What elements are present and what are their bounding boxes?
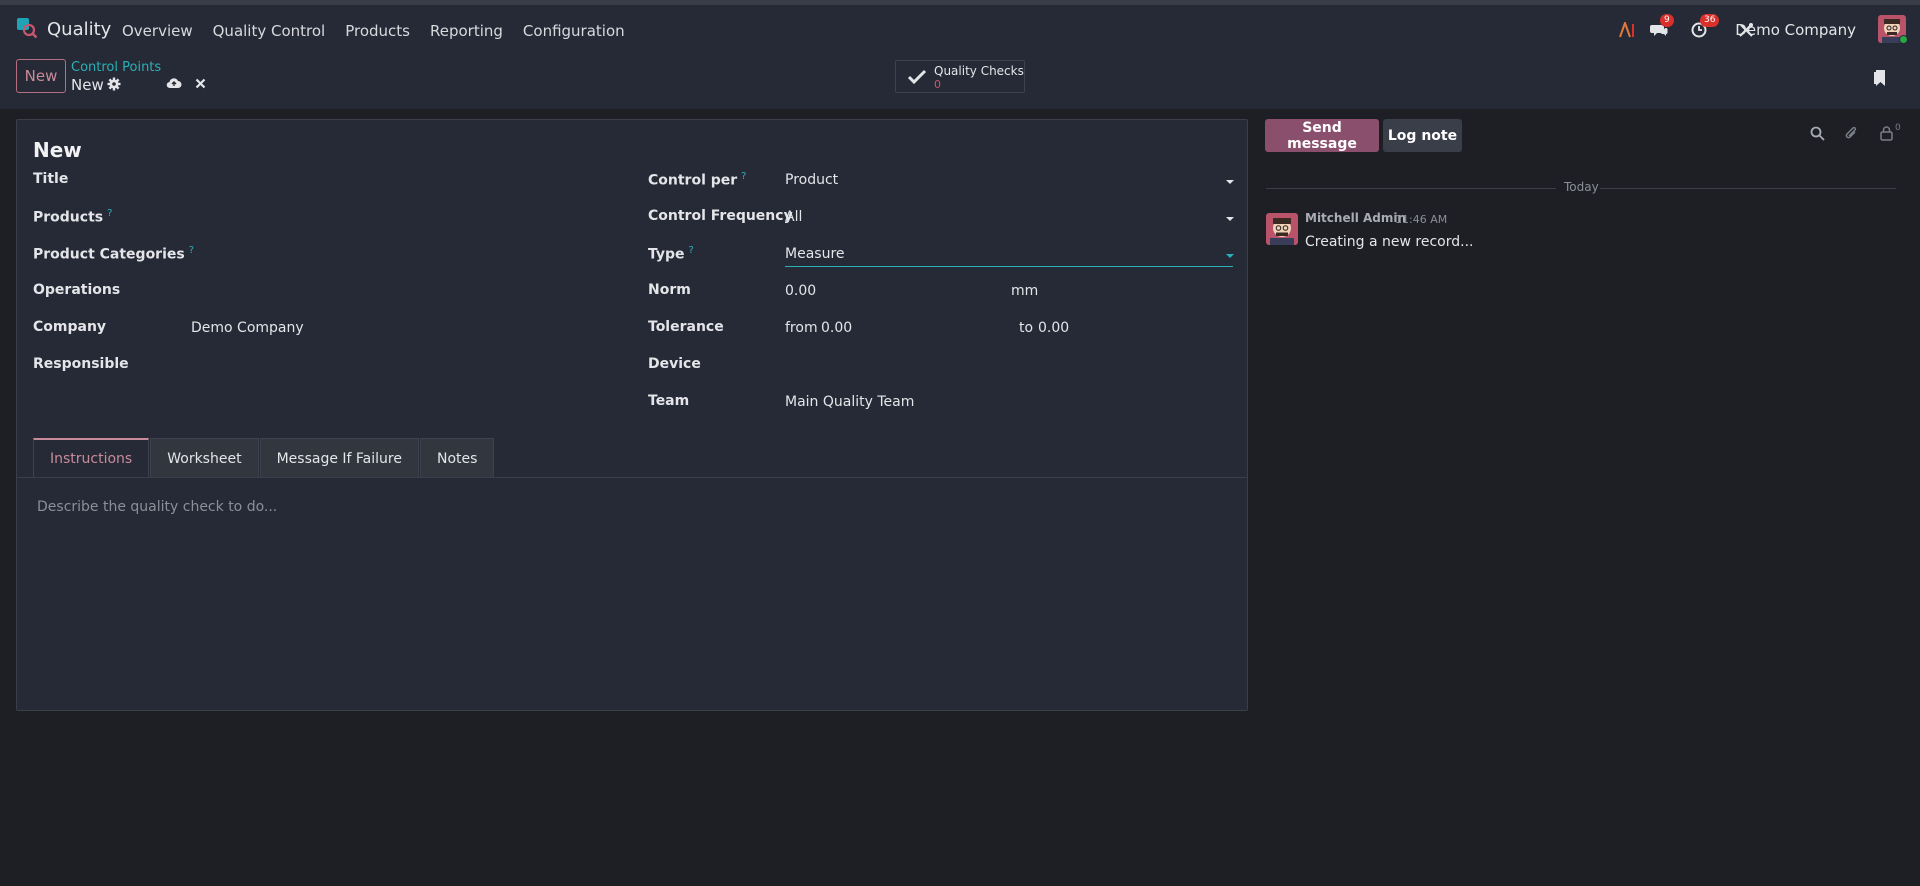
app-name[interactable]: Quality [47,19,111,40]
ai-icon[interactable] [1616,19,1638,41]
message-time: 11:46 AM [1395,213,1448,226]
tab-message-if-failure[interactable]: Message If Failure [259,438,419,478]
paperclip-icon[interactable] [1844,126,1859,141]
online-status-dot [1899,35,1908,44]
control-frequency-label: Control Frequency [648,208,793,224]
menu-products[interactable]: Products [345,22,410,40]
company-label: Company [33,319,107,335]
type-field-focus-underline [785,266,1233,267]
top-navbar: Quality Overview Quality Control Product… [0,0,1920,58]
device-label: Device [648,356,701,372]
products-label: Products? [33,208,113,226]
form-sheet: New Title Products? Product Categories? … [16,119,1248,711]
check-icon [907,69,927,85]
chevron-down-icon[interactable] [1226,254,1234,258]
tolerance-label: Tolerance [648,319,724,335]
activities-icon[interactable]: 36 [1688,14,1720,41]
date-separator-line-right [1600,188,1896,189]
search-icon[interactable] [1810,126,1825,141]
norm-unit: mm [1011,283,1039,299]
product-categories-label: Product Categories? [33,245,195,263]
control-panel: New Control Points New Quality Checks 0 [0,58,1920,110]
tab-worksheet[interactable]: Worksheet [150,438,259,478]
operations-label: Operations [33,282,121,298]
bookmark-icon[interactable] [1874,69,1888,87]
smart-button-count: 0 [934,78,941,91]
tolerance-to-label: to [1019,320,1034,336]
tolerance-from-input[interactable]: 0.00 [821,320,852,336]
messages-icon[interactable]: 9 [1648,14,1674,41]
menu-configuration[interactable]: Configuration [523,22,625,40]
tab-notes[interactable]: Notes [419,438,495,478]
message-author[interactable]: Mitchell Admin [1305,211,1406,225]
new-button[interactable]: New [16,59,66,93]
date-separator: Today [1564,180,1599,194]
notebook-tabs: Instructions Worksheet Message If Failur… [33,438,495,478]
instructions-editor[interactable]: Describe the quality check to do... [37,499,277,515]
menu-quality-control[interactable]: Quality Control [213,22,326,40]
tolerance-to-input[interactable]: 0.00 [1038,320,1069,336]
tabs-divider [17,477,1247,478]
message-body: Creating a new record... [1305,234,1474,250]
send-message-button[interactable]: Send message [1265,119,1379,152]
date-separator-line-left [1266,188,1556,189]
chevron-down-icon[interactable] [1226,180,1234,184]
quality-app-icon[interactable] [16,17,38,39]
cloud-upload-icon[interactable] [166,77,182,89]
team-label: Team [648,393,690,409]
tab-instructions[interactable]: Instructions [33,438,150,478]
tolerance-from-label: from [785,320,818,336]
type-select[interactable]: Measure [785,246,845,262]
type-label: Type? [648,245,694,263]
message-author-avatar[interactable] [1266,213,1298,245]
menu-overview[interactable]: Overview [122,22,193,40]
breadcrumb-current: New [71,76,104,94]
responsible-label: Responsible [33,356,129,372]
control-per-select[interactable]: Product [785,172,838,188]
activities-badge: 36 [1700,14,1720,27]
title-label: Title [33,171,69,187]
menu-reporting[interactable]: Reporting [430,22,503,40]
main-menu: Overview Quality Control Products Report… [122,22,645,40]
follower-lock-icon[interactable] [1880,126,1893,141]
gear-icon[interactable] [107,77,121,91]
quality-checks-smart-button[interactable]: Quality Checks 0 [895,60,1025,93]
record-title[interactable]: New [33,138,82,162]
company-switcher[interactable]: Demo Company [1735,21,1856,39]
norm-input[interactable]: 0.00 [785,283,816,299]
control-frequency-select[interactable]: All [785,209,802,225]
followers-count: 0 [1895,123,1901,133]
help-icon[interactable]: ? [689,245,694,256]
messages-badge: 9 [1660,14,1674,27]
log-note-button[interactable]: Log note [1383,119,1462,152]
chevron-down-icon[interactable] [1226,217,1234,221]
help-icon[interactable]: ? [189,245,194,256]
team-field[interactable]: Main Quality Team [785,394,914,410]
discard-icon[interactable] [195,78,206,89]
company-field[interactable]: Demo Company [191,320,304,336]
help-icon[interactable]: ? [741,171,746,182]
smart-button-label: Quality Checks [934,64,1024,78]
norm-label: Norm [648,282,691,298]
control-per-label: Control per? [648,171,747,189]
breadcrumb-control-points[interactable]: Control Points [71,60,161,75]
help-icon[interactable]: ? [107,208,112,219]
